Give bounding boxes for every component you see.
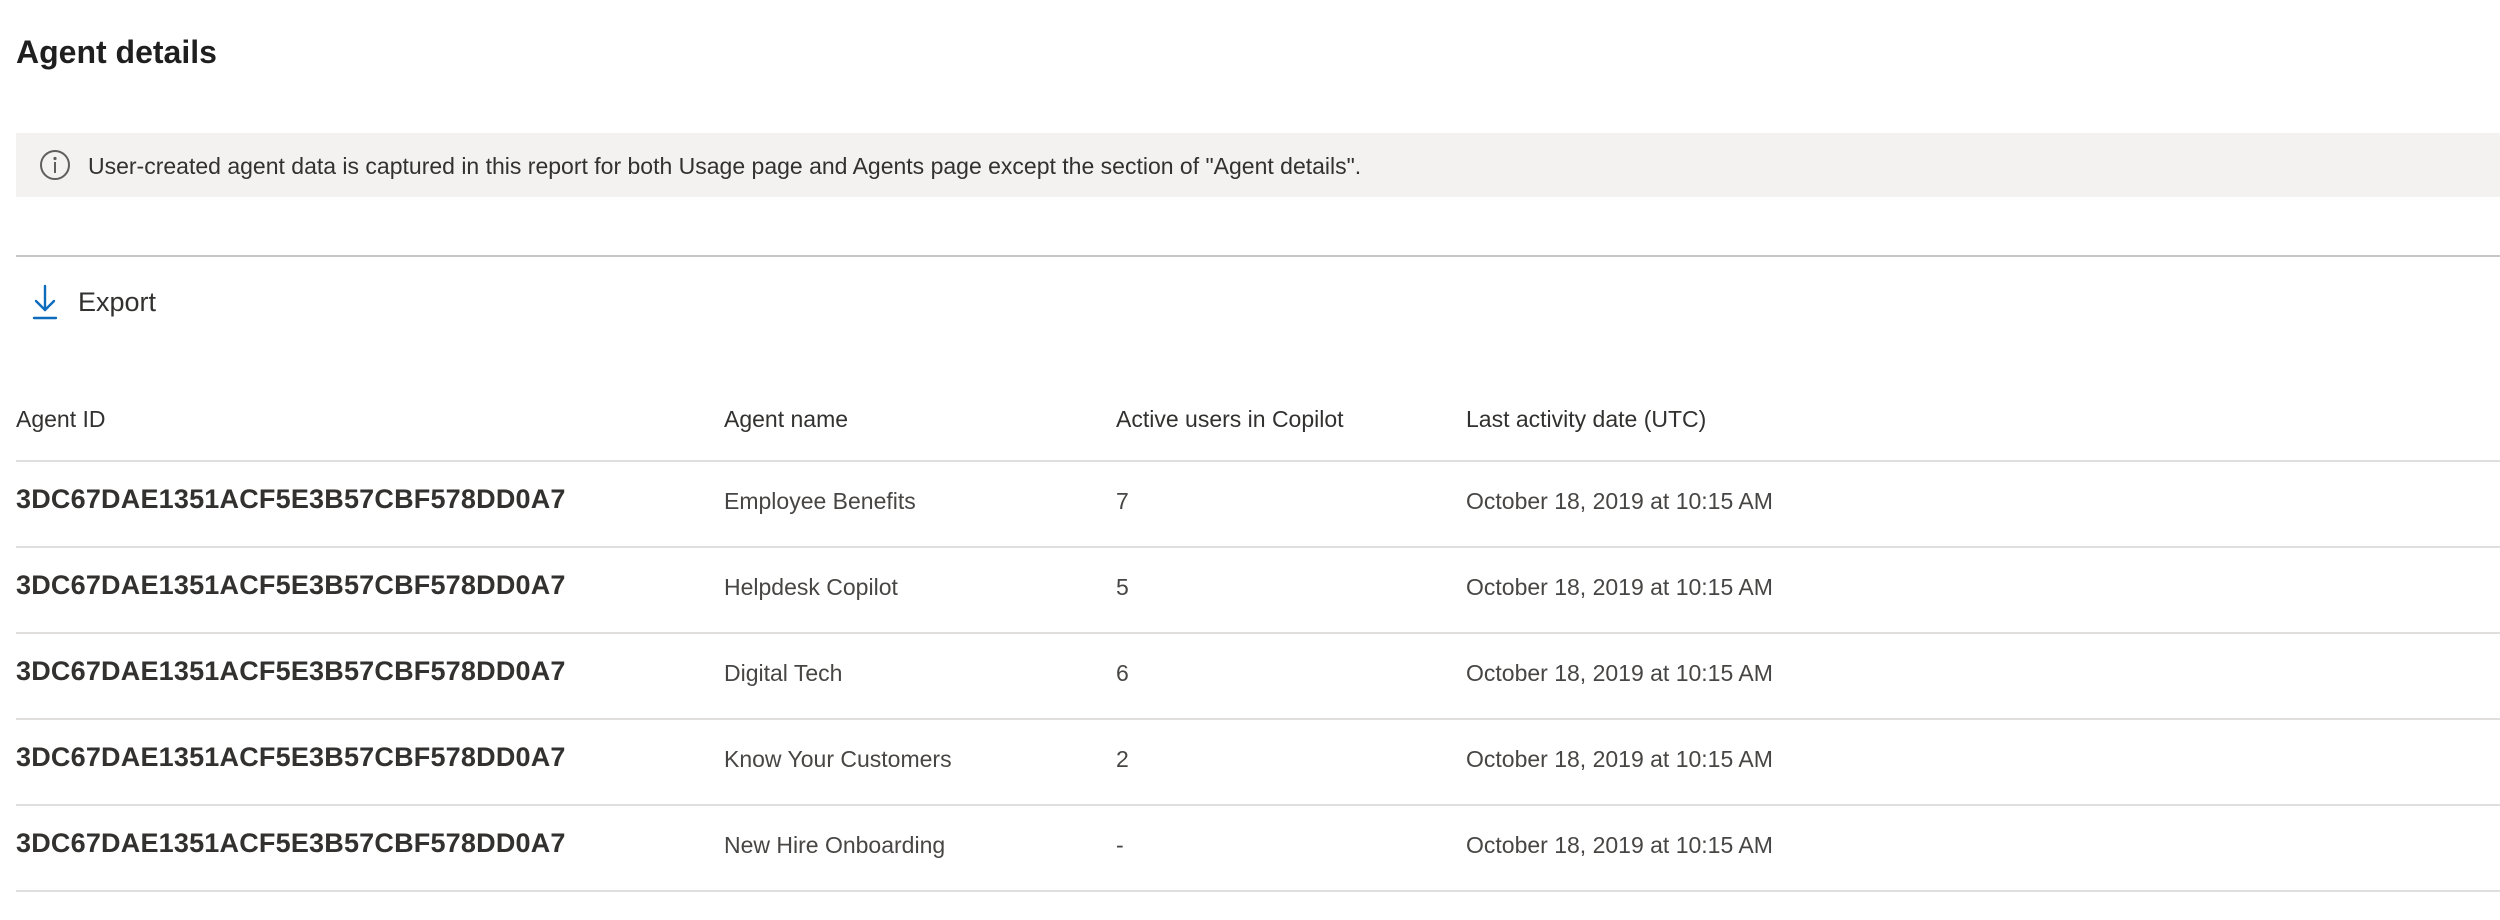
table-row[interactable]: 3DC67DAE1351ACF5E3B57CBF578DD0A7 Helpdes… xyxy=(16,548,2500,634)
active-users-cell: 2 xyxy=(1116,746,1129,772)
agent-id-cell: 3DC67DAE1351ACF5E3B57CBF578DD0A7 xyxy=(16,656,566,686)
agent-id-cell: 3DC67DAE1351ACF5E3B57CBF578DD0A7 xyxy=(16,742,566,772)
active-users-cell: 5 xyxy=(1116,574,1129,600)
column-header-last-activity[interactable]: Last activity date (UTC) xyxy=(1466,406,1706,433)
column-header-agent-name[interactable]: Agent name xyxy=(724,406,848,433)
export-button[interactable]: Export xyxy=(16,278,170,326)
agent-name-cell: Digital Tech xyxy=(724,660,843,686)
agent-id-cell: 3DC67DAE1351ACF5E3B57CBF578DD0A7 xyxy=(16,828,566,858)
table-row[interactable]: 3DC67DAE1351ACF5E3B57CBF578DD0A7 Digital… xyxy=(16,634,2500,720)
last-activity-cell: October 18, 2019 at 10:15 AM xyxy=(1466,746,1773,772)
agent-name-cell: Know Your Customers xyxy=(724,746,952,772)
agent-name-cell: Helpdesk Copilot xyxy=(724,574,898,600)
table-header-row: Agent ID Agent name Active users in Copi… xyxy=(16,380,2500,462)
table-row[interactable]: 3DC67DAE1351ACF5E3B57CBF578DD0A7 Employe… xyxy=(16,462,2500,548)
info-banner: User-created agent data is captured in t… xyxy=(16,133,2500,197)
last-activity-cell: October 18, 2019 at 10:15 AM xyxy=(1466,574,1773,600)
agent-name-cell: New Hire Onboarding xyxy=(724,832,946,858)
column-header-agent-id[interactable]: Agent ID xyxy=(16,406,106,433)
table-row[interactable]: 3DC67DAE1351ACF5E3B57CBF578DD0A7 New Hir… xyxy=(16,806,2500,892)
page-title: Agent details xyxy=(16,34,217,70)
agent-name-cell: Employee Benefits xyxy=(724,488,916,514)
info-icon xyxy=(40,150,70,180)
active-users-cell: - xyxy=(1116,832,1124,858)
agent-id-cell: 3DC67DAE1351ACF5E3B57CBF578DD0A7 xyxy=(16,570,566,600)
download-icon xyxy=(32,284,58,320)
export-label: Export xyxy=(78,286,157,317)
last-activity-cell: October 18, 2019 at 10:15 AM xyxy=(1466,660,1773,686)
info-banner-text: User-created agent data is captured in t… xyxy=(88,153,1362,179)
toolbar-divider xyxy=(16,255,2500,257)
agent-id-cell: 3DC67DAE1351ACF5E3B57CBF578DD0A7 xyxy=(16,484,566,514)
last-activity-cell: October 18, 2019 at 10:15 AM xyxy=(1466,832,1773,858)
active-users-cell: 6 xyxy=(1116,660,1129,686)
last-activity-cell: October 18, 2019 at 10:15 AM xyxy=(1466,488,1773,514)
column-header-active-users[interactable]: Active users in Copilot xyxy=(1116,406,1344,433)
active-users-cell: 7 xyxy=(1116,488,1129,514)
table-row[interactable]: 3DC67DAE1351ACF5E3B57CBF578DD0A7 Know Yo… xyxy=(16,720,2500,806)
agent-details-table: Agent ID Agent name Active users in Copi… xyxy=(16,380,2500,892)
